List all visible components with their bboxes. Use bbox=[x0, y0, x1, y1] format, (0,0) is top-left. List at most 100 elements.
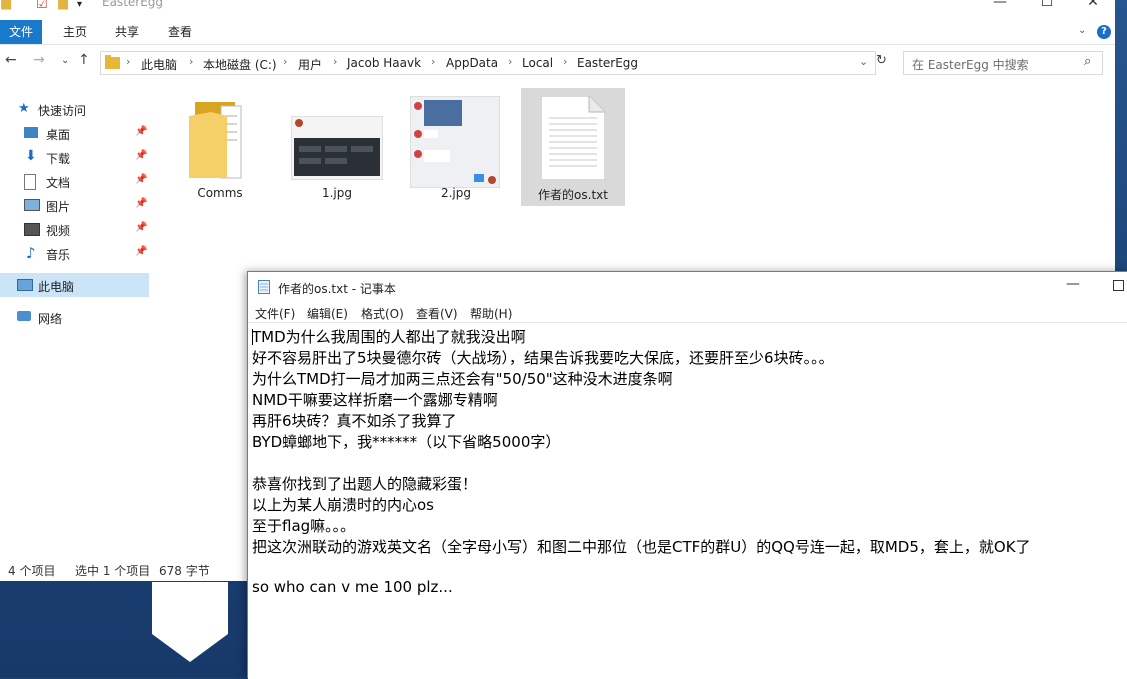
file-name: Comms bbox=[197, 186, 243, 200]
sidebar-item-label: 此电脑 bbox=[38, 280, 75, 294]
computer-icon bbox=[17, 279, 33, 291]
video-icon bbox=[24, 223, 40, 236]
breadcrumb-appdata[interactable]: AppData bbox=[446, 56, 498, 70]
help-icon[interactable]: ? bbox=[1097, 25, 1111, 39]
desktop-icon bbox=[24, 127, 38, 138]
status-size: 678 字节 bbox=[159, 564, 210, 578]
back-icon[interactable]: ← bbox=[5, 52, 17, 68]
breadcrumb-users[interactable]: 用户 bbox=[298, 56, 322, 73]
explorer-titlebar: ■ ☑ ■ ▾ EasterEgg — ☐ ✕ bbox=[0, 0, 1115, 14]
tab-share[interactable]: 共享 bbox=[115, 20, 139, 44]
file-item-folder[interactable]: Comms bbox=[168, 88, 272, 206]
sidebar-item-this-pc[interactable]: 此电脑 bbox=[0, 273, 149, 297]
search-icon: ⌕ bbox=[1084, 54, 1092, 69]
explorer-title: EasterEgg bbox=[102, 0, 164, 9]
tab-home[interactable]: 主页 bbox=[63, 20, 87, 44]
sidebar-item-quick-access[interactable]: ★ 快速访问 bbox=[0, 97, 149, 121]
text-line: TMD为什么我周围的人都出了就我没出啊 bbox=[252, 328, 526, 346]
chevron-right-icon: › bbox=[508, 55, 513, 68]
address-dropdown-icon[interactable]: ⌄ bbox=[859, 55, 868, 68]
file-item-image[interactable]: 1.jpg bbox=[285, 88, 389, 206]
text-line: 以上为某人崩溃时的内心os bbox=[252, 496, 434, 514]
sidebar-item-pictures[interactable]: 图片 📌 bbox=[0, 193, 149, 217]
notepad-maximize-button[interactable] bbox=[1113, 280, 1124, 291]
chevron-right-icon: › bbox=[431, 55, 436, 68]
sidebar-item-documents[interactable]: 文档 📌 bbox=[0, 169, 149, 193]
chevron-right-icon: › bbox=[189, 55, 194, 68]
new-folder-icon[interactable]: ■ bbox=[57, 0, 69, 12]
music-icon: ♪ bbox=[26, 244, 36, 262]
chevron-right-icon: › bbox=[126, 55, 131, 68]
pin-icon[interactable]: 📌 bbox=[135, 150, 147, 161]
file-item-image[interactable]: 2.jpg bbox=[404, 88, 508, 206]
notepad-menubar: 文件(F) 编辑(E) 格式(O) 查看(V) 帮助(H) bbox=[248, 303, 1127, 323]
refresh-icon[interactable]: ↻ bbox=[876, 53, 887, 68]
sidebar-item-downloads[interactable]: ⬇ 下载 📌 bbox=[0, 145, 149, 169]
folder-icon bbox=[189, 102, 242, 179]
sidebar-item-network[interactable]: 网络 bbox=[0, 305, 149, 329]
ribbon-expand-icon[interactable]: ⌄ bbox=[1078, 25, 1086, 36]
sidebar-item-label: 桌面 bbox=[46, 128, 71, 142]
network-icon bbox=[17, 311, 31, 321]
recent-locations-icon[interactable]: ⌄ bbox=[61, 55, 69, 66]
tab-view[interactable]: 查看 bbox=[168, 20, 192, 44]
text-line: so who can v me 100 plz... bbox=[252, 578, 453, 596]
quick-access-dropdown-icon[interactable]: ▾ bbox=[77, 0, 82, 10]
sidebar-item-videos[interactable]: 视频 📌 bbox=[0, 217, 149, 241]
file-name: 1.jpg bbox=[321, 186, 353, 200]
folder-icon: ■ bbox=[0, 0, 13, 12]
breadcrumb-local[interactable]: Local bbox=[522, 56, 553, 70]
forward-icon[interactable]: → bbox=[33, 52, 45, 68]
breadcrumb-eastereggs[interactable]: EasterEgg bbox=[577, 56, 638, 70]
menu-edit[interactable]: 编辑(E) bbox=[307, 305, 348, 322]
chevron-right-icon: › bbox=[563, 55, 568, 68]
close-button[interactable]: ✕ bbox=[1073, 0, 1113, 10]
notepad-minimize-button[interactable]: — bbox=[1066, 276, 1080, 292]
notepad-title: 作者的os.txt - 记事本 bbox=[278, 282, 396, 296]
file-name: 作者的os.txt bbox=[538, 188, 608, 202]
notepad-text-area[interactable]: TMD为什么我周围的人都出了就我没出啊 好不容易肝出了5块曼德尔砖（大战场），结… bbox=[248, 322, 1127, 679]
pin-icon[interactable]: 📌 bbox=[135, 198, 147, 209]
text-line: 再肝6块砖？真不如杀了我算了 bbox=[252, 412, 457, 430]
text-line: 至于flag嘛。。。 bbox=[252, 517, 356, 535]
text-line: 恭喜你找到了出题人的隐藏彩蛋！ bbox=[252, 475, 478, 493]
chevron-right-icon: › bbox=[333, 55, 338, 68]
file-item-text-selected[interactable]: 作者的os.txt bbox=[521, 88, 625, 206]
pin-icon[interactable]: 📌 bbox=[135, 126, 147, 137]
shield-icon bbox=[152, 582, 228, 662]
ribbon-tabs: 文件 主页 共享 查看 ⌄ ? bbox=[0, 20, 1115, 45]
tab-file[interactable]: 文件 bbox=[0, 20, 42, 44]
menu-file[interactable]: 文件(F) bbox=[255, 305, 295, 322]
maximize-button[interactable]: ☐ bbox=[1027, 0, 1067, 10]
notepad-titlebar: 作者的os.txt - 记事本 — bbox=[248, 272, 1127, 302]
text-line: 为什么TMD打一局才加两三点还会有"50/50"这种没木进度条啊 bbox=[252, 370, 673, 388]
document-icon bbox=[24, 174, 36, 190]
menu-format[interactable]: 格式(O) bbox=[361, 305, 404, 322]
breadcrumb-user[interactable]: Jacob Haavk bbox=[347, 56, 421, 70]
sidebar-item-music[interactable]: ♪ 音乐 📌 bbox=[0, 241, 149, 265]
status-item-count: 4 个项目 bbox=[8, 564, 56, 578]
sidebar-item-label: 音乐 bbox=[46, 248, 71, 262]
address-bar[interactable]: › 此电脑 › 本地磁盘 (C:) › 用户 › Jacob Haavk › A… bbox=[100, 51, 876, 75]
sidebar-item-label: 图片 bbox=[46, 200, 71, 214]
properties-icon[interactable]: ☑ bbox=[36, 0, 48, 12]
notepad-window: 作者的os.txt - 记事本 — 文件(F) 编辑(E) 格式(O) 查看(V… bbox=[247, 271, 1127, 679]
menu-help[interactable]: 帮助(H) bbox=[470, 305, 512, 322]
status-selection: 选中 1 个项目 bbox=[75, 564, 151, 578]
text-line: 把这次洲联动的游戏英文名（全字母小写）和图二中那位（也是CTF的群U）的QQ号连… bbox=[252, 538, 1031, 556]
sidebar-item-label: 视频 bbox=[46, 224, 71, 238]
pin-icon[interactable]: 📌 bbox=[135, 246, 147, 257]
pin-icon[interactable]: 📌 bbox=[135, 174, 147, 185]
navigation-pane: ★ 快速访问 桌面 📌 ⬇ 下载 📌 文档 📌 图片 📌 视频 📌 ♪ 音乐 📌… bbox=[0, 82, 151, 561]
breadcrumb-this-pc[interactable]: 此电脑 bbox=[141, 56, 177, 73]
pin-icon[interactable]: 📌 bbox=[135, 222, 147, 233]
minimize-button[interactable]: — bbox=[980, 0, 1020, 10]
image-thumbnail-icon bbox=[410, 96, 500, 188]
breadcrumb-local-disk[interactable]: 本地磁盘 (C:) bbox=[203, 56, 277, 73]
search-box[interactable]: 在 EasterEgg 中搜索 ⌕ bbox=[903, 51, 1103, 75]
menu-view[interactable]: 查看(V) bbox=[416, 305, 458, 322]
sidebar-item-desktop[interactable]: 桌面 📌 bbox=[0, 121, 149, 145]
file-name: 2.jpg bbox=[440, 186, 472, 200]
download-icon: ⬇ bbox=[25, 148, 37, 164]
up-icon[interactable]: ↑ bbox=[78, 52, 90, 68]
